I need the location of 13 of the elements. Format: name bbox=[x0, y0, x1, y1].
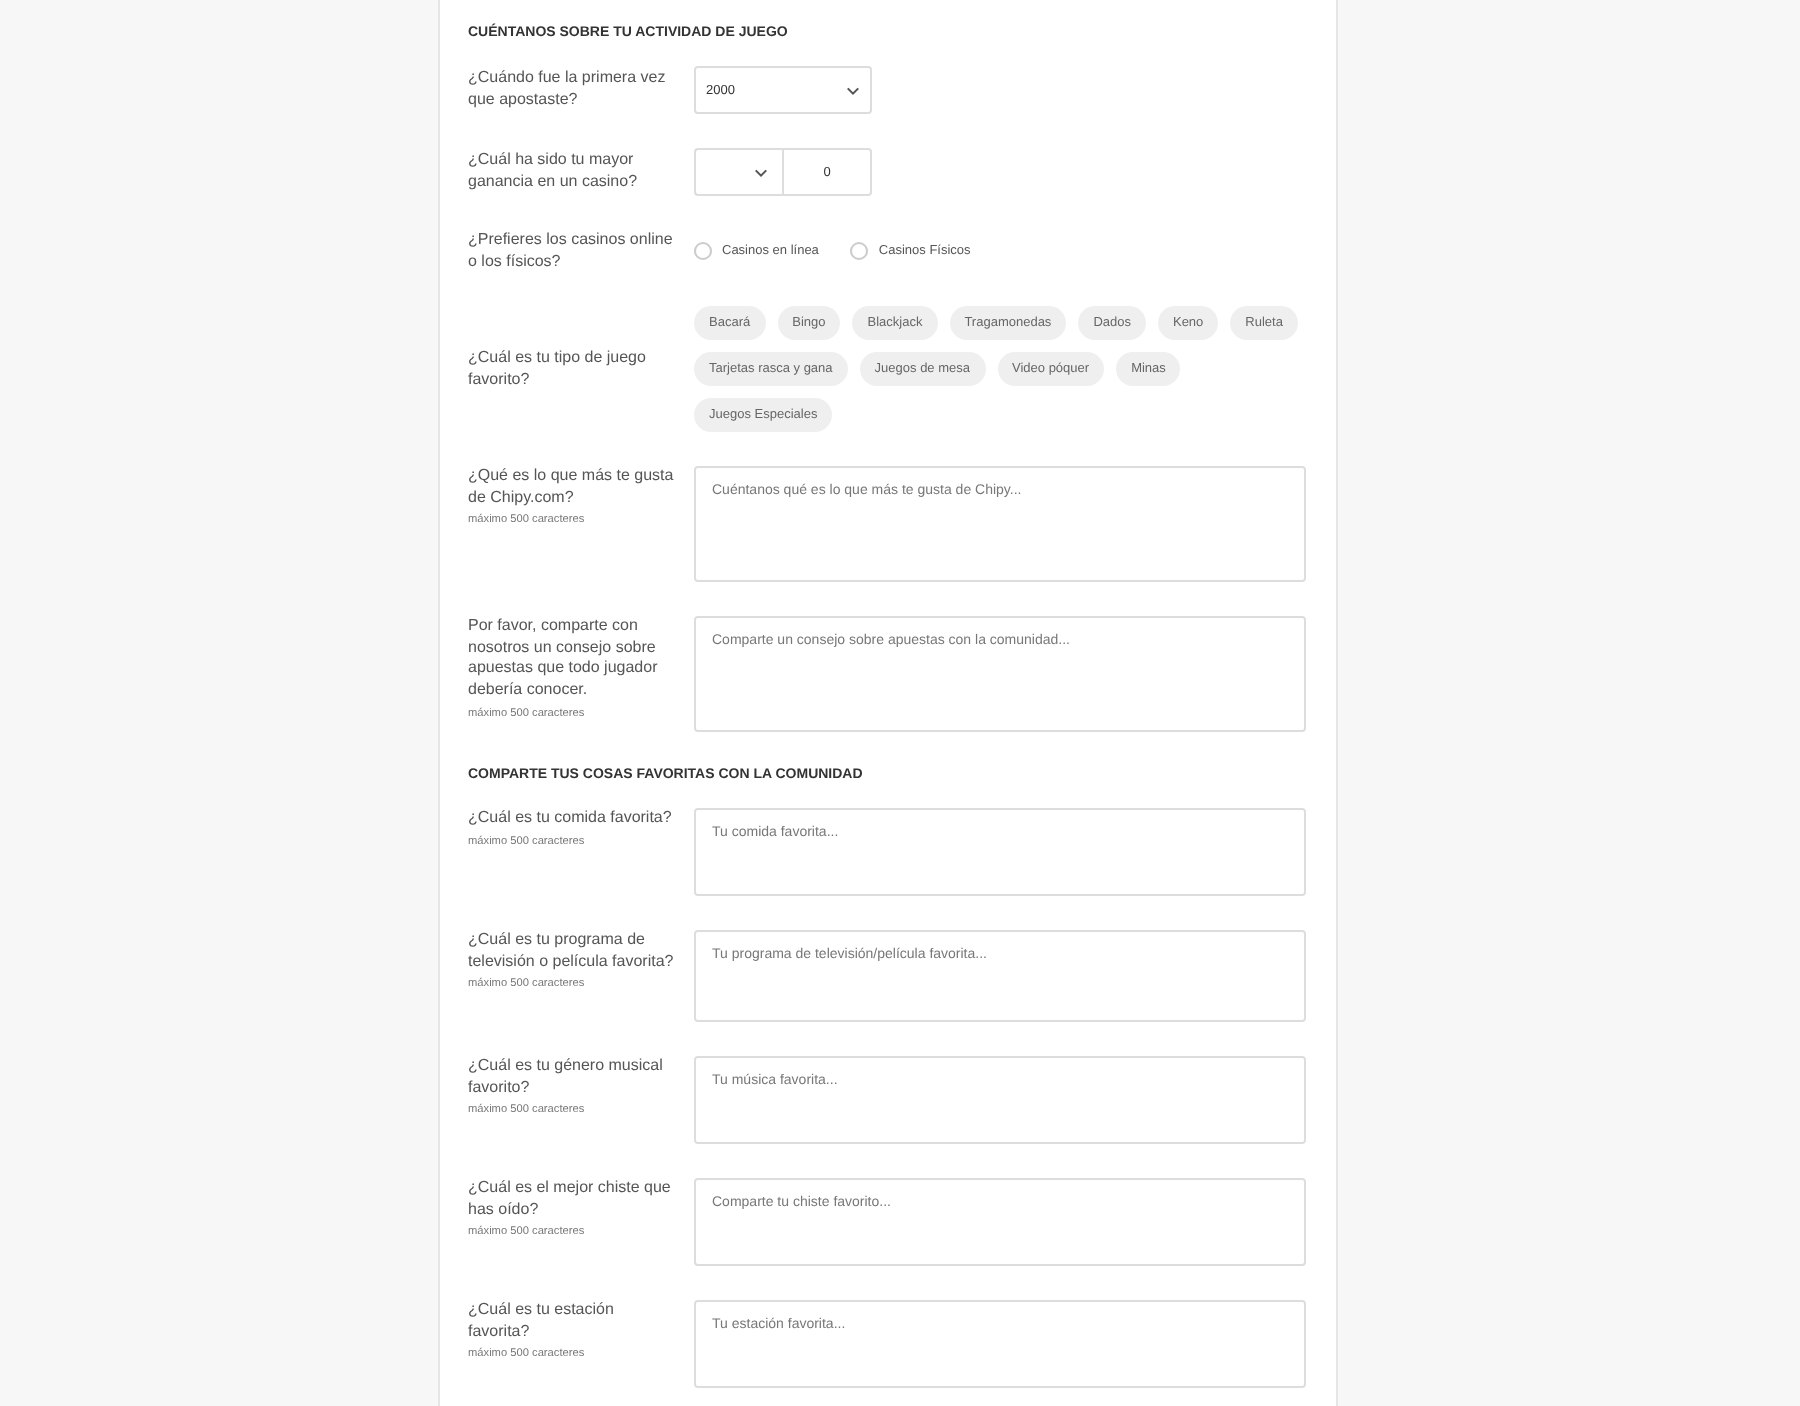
question-label: ¿Cuál es tu comida favorita? bbox=[468, 808, 674, 830]
question-label: ¿Cuál es tu tipo de juego favorito? bbox=[468, 348, 648, 391]
question-label: Por favor, comparte con nosotros un consejo sobre apuestas que todo jugador debería conocer. bbox=[468, 616, 660, 702]
question-label: ¿Cuál es tu género musical favorito? bbox=[468, 1056, 665, 1099]
question-label: ¿Cuál ha sido tu mayor ganancia en un casino? bbox=[468, 150, 640, 194]
question-label: ¿Qué es lo que más te gusta de Chipy.com? bbox=[468, 466, 676, 509]
question-label: ¿Cuándo fue la primera vez que apostaste? bbox=[468, 68, 668, 112]
chevron-down-icon bbox=[846, 85, 860, 95]
chevron-down-icon bbox=[754, 167, 768, 177]
question-label: ¿Cuál es tu programa de televisión o película favorita? bbox=[468, 930, 676, 973]
question-label: ¿Cuál es tu estación favorita? bbox=[468, 1300, 616, 1343]
question-label: ¿Prefieres los casinos online o los físicos? bbox=[468, 230, 675, 273]
question-label: ¿Cuál es el mejor chiste que has oído? bbox=[468, 1178, 673, 1221]
